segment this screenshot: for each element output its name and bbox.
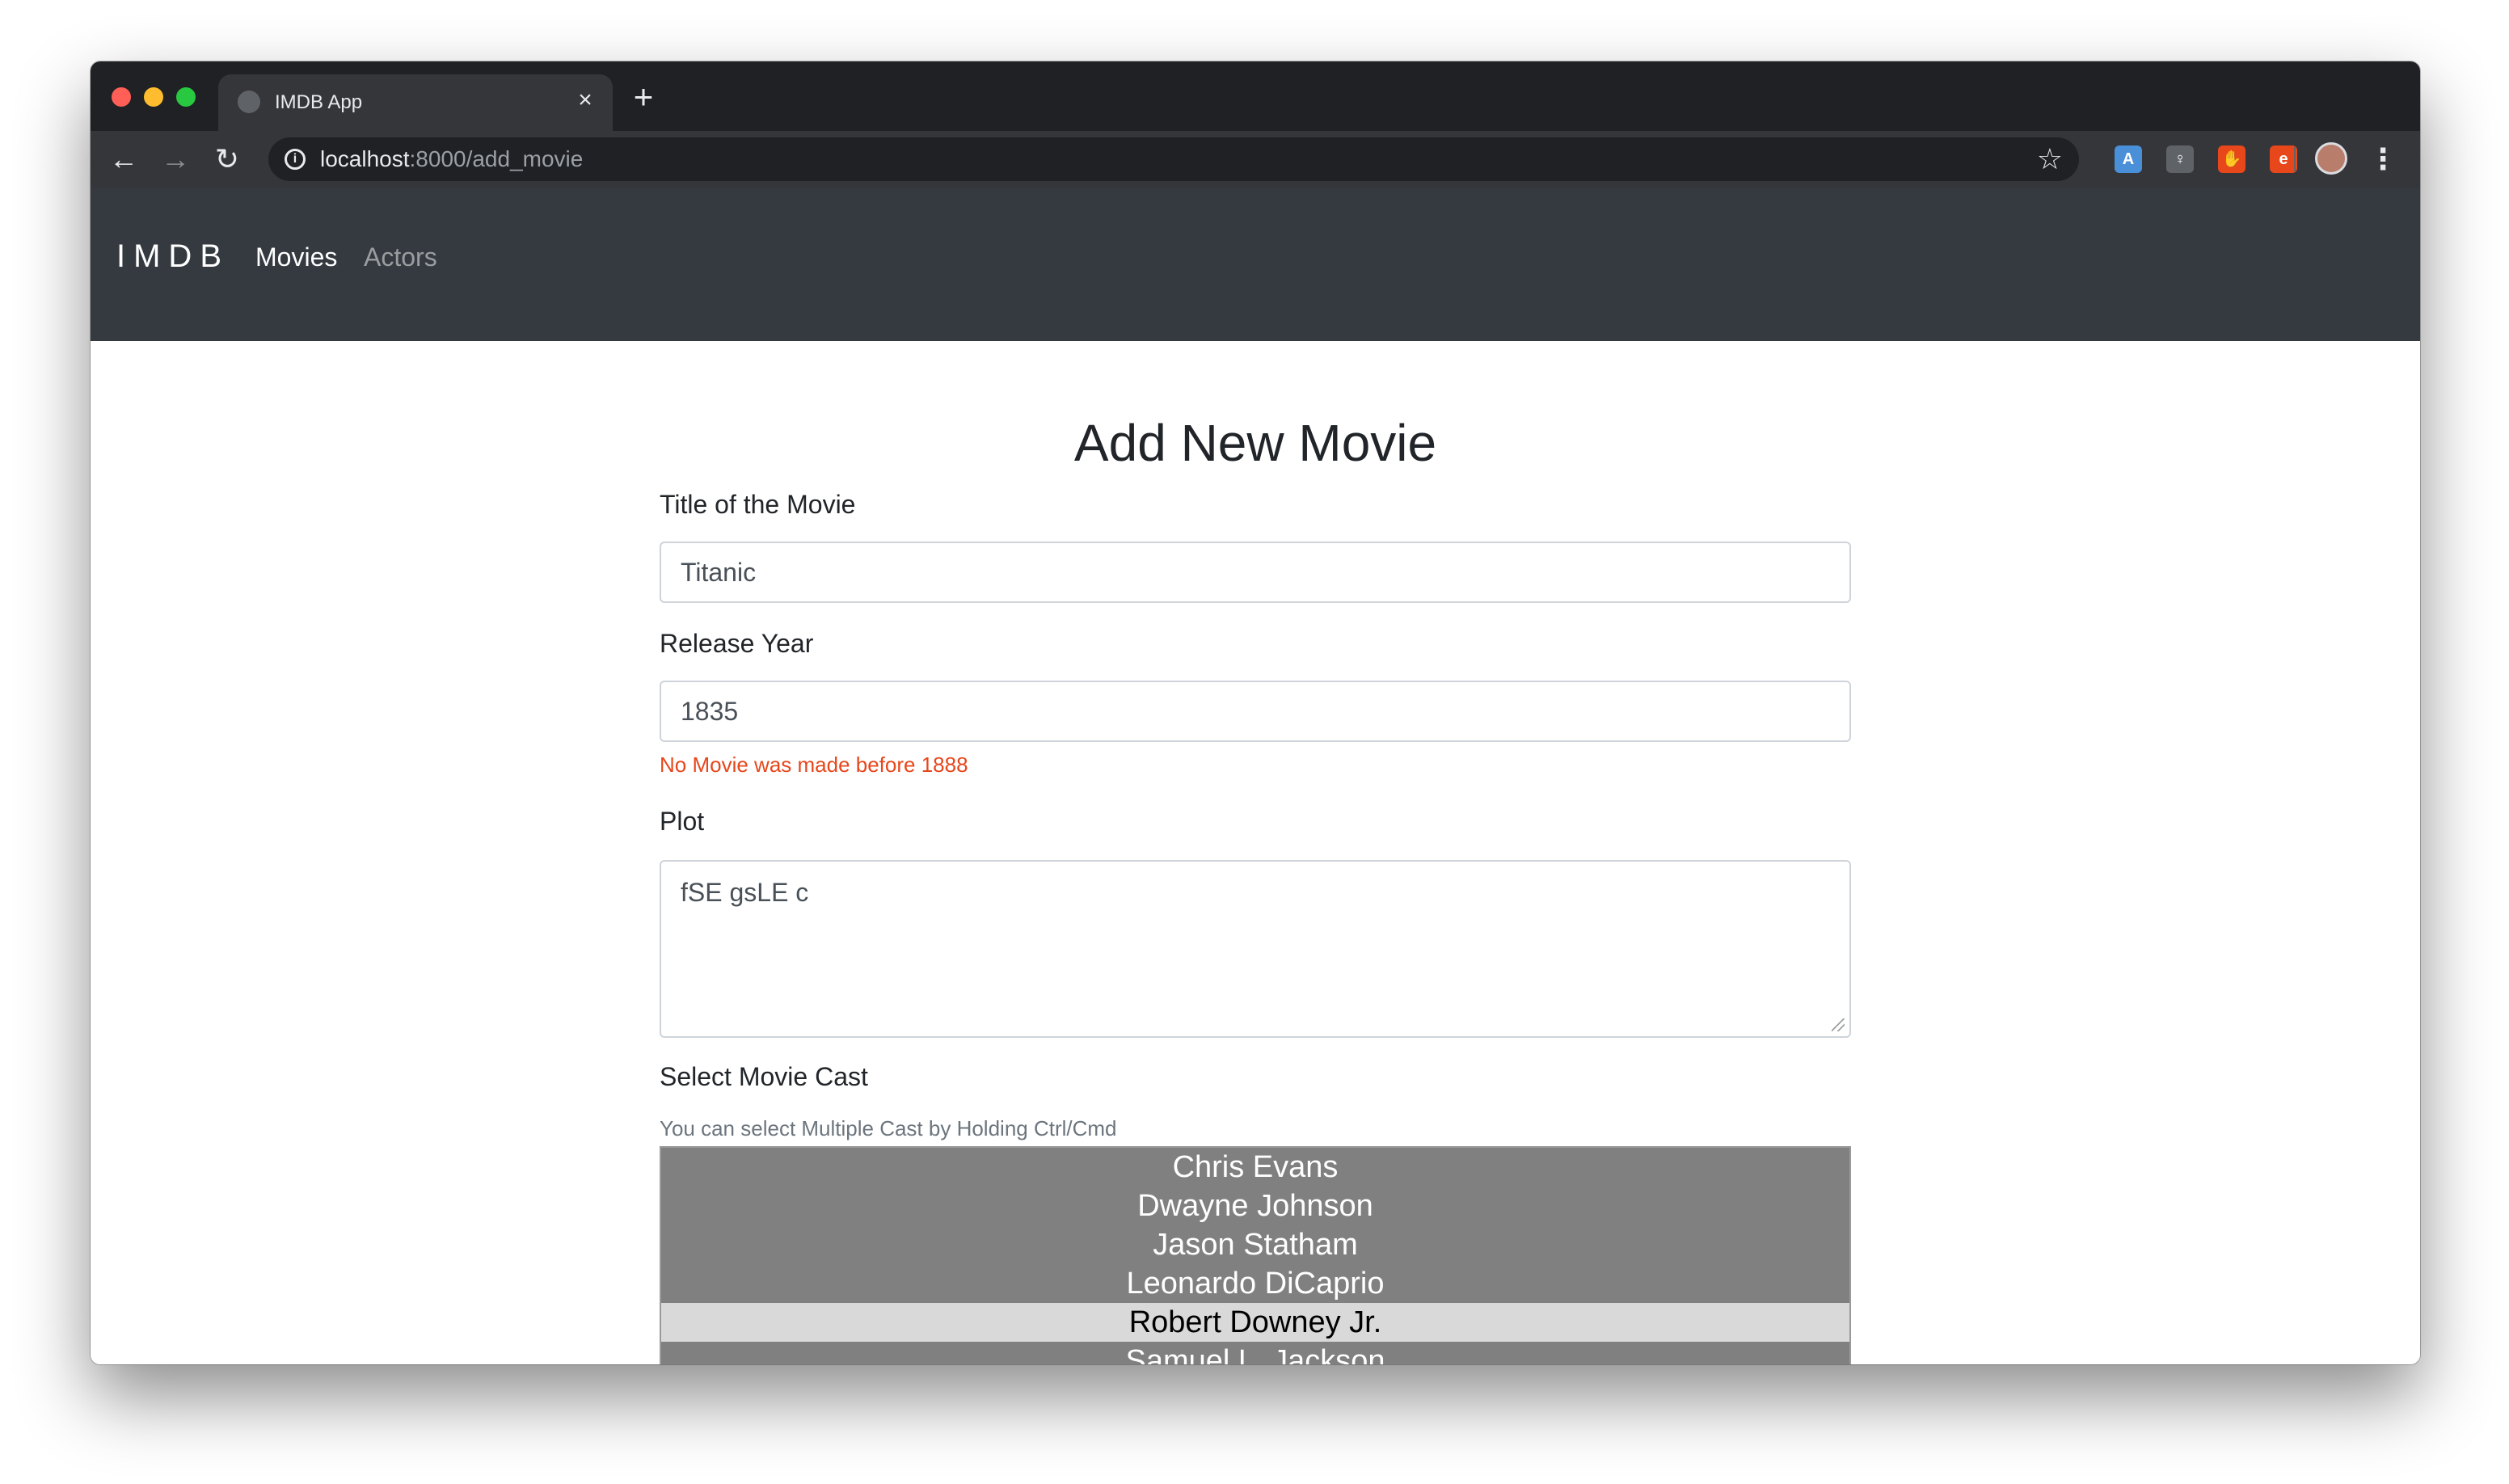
resize-handle[interactable] — [1832, 1018, 1845, 1031]
nav-link-actors[interactable]: Actors — [364, 241, 437, 273]
cast-option[interactable]: Dwayne Johnson — [661, 1187, 1849, 1225]
cast-label: Select Movie Cast — [660, 1062, 868, 1091]
avatar[interactable] — [2315, 142, 2347, 175]
plot-label: Plot — [660, 807, 705, 836]
minimize-window-button[interactable] — [144, 87, 163, 107]
plot-text: fSE gsLE c — [681, 878, 809, 907]
address-bar[interactable]: i localhost:8000/add_movie ☆ — [268, 137, 2079, 181]
navbar-brand[interactable]: IMDB — [116, 236, 230, 276]
cast-help-text: You can select Multiple Cast by Holding … — [660, 1116, 1117, 1140]
plot-textarea[interactable]: fSE gsLE c — [660, 860, 1851, 1038]
cast-option[interactable]: Chris Evans — [661, 1148, 1849, 1187]
page-title: Add New Movie — [1073, 414, 1437, 472]
year-error-message: No Movie was made before 1888 — [660, 753, 968, 777]
form-container: Add New Movie Title of the Movie Titanic… — [660, 341, 1851, 1364]
browser-tab[interactable]: IMDB App × — [218, 74, 613, 131]
cast-option[interactable]: Jason Statham — [661, 1225, 1849, 1264]
cast-multiselect[interactable]: Chris Evans Dwayne Johnson Jason Statham Le… — [660, 1146, 1851, 1364]
browser-window: IMDB App × + ← → ↻ i localhost:8000/add_… — [91, 61, 2420, 1364]
extension-a-icon[interactable]: A — [2115, 145, 2142, 173]
cast-option[interactable]: Samuel L. Jackson — [661, 1342, 1849, 1364]
close-window-button[interactable] — [112, 87, 131, 107]
new-tab-button[interactable]: + — [626, 79, 661, 115]
browser-toolbar: ← → ↻ i localhost:8000/add_movie ☆ A ♀ ✋ e … — [91, 131, 2420, 188]
title-input[interactable]: Titanic — [660, 542, 1851, 603]
year-label: Release Year — [660, 629, 814, 658]
cast-options-list: Chris Evans Dwayne Johnson Jason Statham Le… — [661, 1148, 1849, 1364]
nav-link-movies[interactable]: Movies — [255, 241, 337, 273]
star-icon[interactable]: ☆ — [2037, 144, 2063, 175]
cast-option[interactable]: Robert Downey Jr. — [661, 1303, 1849, 1342]
tab-strip: IMDB App × + — [91, 61, 2420, 131]
info-icon[interactable]: i — [285, 149, 306, 170]
maximize-window-button[interactable] — [176, 87, 196, 107]
globe-icon — [238, 91, 260, 113]
url-host: localhost — [320, 146, 410, 171]
title-label: Title of the Movie — [660, 490, 856, 519]
close-icon[interactable]: × — [572, 87, 598, 113]
year-input[interactable]: 1835 — [660, 681, 1851, 742]
forward-arrow-icon[interactable]: → — [157, 141, 194, 178]
cast-option[interactable]: Leonardo DiCaprio — [661, 1264, 1849, 1303]
extension-lightbulb-icon[interactable]: ♀ — [2166, 145, 2194, 173]
kebab-menu-icon[interactable]: ⋮ — [2368, 141, 2397, 178]
page-content: Add New Movie Title of the Movie Titanic… — [91, 341, 2420, 1364]
back-arrow-icon[interactable]: ← — [105, 141, 142, 178]
url-text[interactable]: localhost:8000/add_movie — [320, 147, 583, 171]
tab-title: IMDB App — [275, 91, 363, 113]
reload-icon[interactable]: ↻ — [209, 141, 246, 178]
site-navbar: IMDB Movies Actors — [91, 188, 2420, 341]
url-path: :8000/add_movie — [409, 146, 584, 171]
toolbar-divider — [2294, 147, 2296, 171]
extension-e-icon[interactable]: e — [2270, 145, 2297, 173]
extension-hand-icon[interactable]: ✋ — [2218, 145, 2245, 173]
